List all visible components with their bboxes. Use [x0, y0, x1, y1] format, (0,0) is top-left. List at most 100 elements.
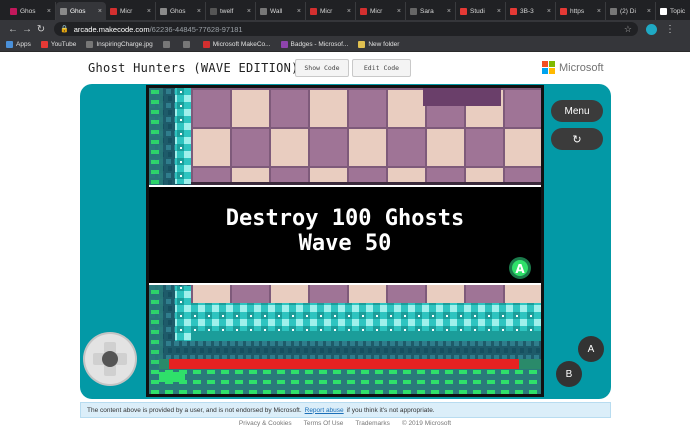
browser-tab[interactable]: https × — [556, 2, 606, 20]
browser-tab[interactable]: Sara × — [406, 2, 456, 20]
footer-link[interactable]: Privacy & Cookies — [239, 420, 292, 427]
tab-favicon-icon — [560, 7, 567, 15]
tab-title: 3B-3 — [520, 7, 534, 15]
browser-tab[interactable]: Wall × — [256, 2, 306, 20]
browser-tab[interactable]: Ghos × — [56, 2, 106, 20]
tab-close-icon[interactable]: × — [597, 8, 601, 15]
bookmark-label: YouTube — [50, 41, 77, 48]
browser-tab[interactable]: twelf × — [206, 2, 256, 20]
browser-toolbar: ← → ↻ 🔒 arcade.makecode.com /62236-44845… — [0, 20, 690, 38]
tab-favicon-icon — [260, 7, 267, 15]
microsoft-square-red — [542, 61, 548, 67]
tab-favicon-icon — [610, 7, 617, 15]
microsoft-grid-icon — [542, 61, 555, 74]
browser-tab[interactable]: Micr × — [306, 2, 356, 20]
tab-title: https — [570, 7, 585, 15]
tab-title: Ghos — [20, 7, 36, 15]
tab-close-icon[interactable]: × — [197, 8, 201, 15]
browser-tab[interactable]: 3B-3 × — [506, 2, 556, 20]
browser-tab[interactable]: Studi × — [456, 2, 506, 20]
browser-tab[interactable]: Ghos × — [6, 2, 56, 20]
tab-close-icon[interactable]: × — [147, 8, 151, 15]
page-footer: Privacy & Cookies Terms Of Use Trademarks ©… — [0, 420, 690, 427]
lock-icon: 🔒 — [60, 26, 69, 33]
browser-tab[interactable]: Topic× — [656, 2, 690, 20]
reload-icon[interactable]: ↻ — [34, 24, 48, 35]
dpad[interactable] — [85, 334, 135, 384]
bookmark-favicon-icon — [182, 41, 190, 48]
forward-icon[interactable]: → — [20, 24, 34, 35]
bookmark-favicon-icon — [40, 41, 48, 48]
game-screen[interactable]: Destroy 100 Ghosts Wave 50 A — [146, 85, 544, 397]
tab-close-icon[interactable]: × — [647, 8, 651, 15]
bookmark-favicon-icon — [86, 41, 94, 48]
game-canvas: Destroy 100 Ghosts Wave 50 A — [149, 88, 541, 394]
disclaimer-notice: The content above is provided by a user,… — [80, 402, 611, 418]
browser-tab[interactable]: Ghos × — [156, 2, 206, 20]
b-button[interactable]: B — [556, 361, 582, 387]
footer-link[interactable]: Trademarks — [355, 420, 389, 427]
bookmark-item[interactable] — [162, 41, 173, 48]
dpad-center — [102, 351, 118, 367]
tab-close-icon[interactable]: × — [47, 8, 51, 15]
browser-menu-icon[interactable]: ⋮ — [665, 24, 675, 35]
tab-favicon-icon — [510, 7, 517, 15]
extension-icon[interactable] — [646, 23, 657, 35]
tab-favicon-icon — [410, 7, 417, 15]
notice-text: The content above is provided by a user,… — [87, 406, 302, 414]
microsoft-square-blue — [542, 68, 548, 74]
browser-tab[interactable]: Micr × — [106, 2, 156, 20]
footer-link: © 2019 Microsoft — [401, 420, 452, 427]
tab-favicon-icon — [60, 7, 67, 15]
bookmarks-bar: Apps YouTube InspiringCharge.jpg Microsoft … — [0, 38, 690, 52]
bookmark-favicon-icon — [162, 41, 170, 48]
bookmark-favicon-icon — [6, 41, 13, 48]
restart-button[interactable]: ↻ — [551, 128, 603, 150]
show-code-button[interactable]: Show Code — [295, 59, 349, 77]
tab-close-icon[interactable]: × — [497, 8, 501, 15]
edit-code-button[interactable]: Edit Code — [352, 59, 411, 77]
tab-close-icon[interactable]: × — [447, 8, 451, 15]
bookmark-item[interactable]: Apps — [6, 41, 31, 48]
a-badge-label: A — [515, 262, 525, 276]
bookmark-label: InspiringCharge.jpg — [96, 41, 153, 48]
tab-favicon-icon — [360, 7, 367, 15]
game-message-line1: Destroy 100 Ghosts — [226, 206, 464, 231]
tab-favicon-icon — [160, 7, 167, 15]
notice-text-after: if you think it's not appropriate. — [346, 406, 435, 414]
bookmark-item[interactable]: New folder — [358, 41, 399, 48]
bookmark-item[interactable] — [182, 41, 193, 48]
a-button[interactable]: A — [578, 336, 604, 362]
bookmark-label: New folder — [368, 41, 400, 48]
bookmark-item[interactable]: InspiringCharge.jpg — [86, 41, 153, 48]
report-abuse-link[interactable]: Report abuse — [305, 407, 344, 414]
tab-close-icon[interactable]: × — [247, 8, 251, 15]
browser-tab-bar: Ghos × Ghos × Micr × Ghos × twelf × Wall × Micr × Micr… — [0, 0, 690, 20]
bookmark-label: Badges - Microsof... — [290, 41, 349, 48]
address-bar[interactable]: 🔒 arcade.makecode.com /62236-44845-77628… — [54, 22, 638, 36]
tab-close-icon[interactable]: × — [397, 8, 401, 15]
tab-title: Micr — [320, 7, 333, 15]
browser-tab[interactable]: Micr × — [356, 2, 406, 20]
tab-favicon-icon — [10, 7, 17, 15]
microsoft-logo[interactable]: Microsoft — [542, 61, 604, 74]
bookmark-star-icon[interactable]: ☆ — [624, 24, 632, 35]
back-icon[interactable]: ← — [6, 24, 20, 35]
page-content: Ghost Hunters (WAVE EDITION) Show Code E… — [0, 52, 690, 431]
tab-title: Sara — [420, 7, 434, 15]
bookmark-item[interactable]: YouTube — [40, 41, 77, 48]
browser-tab[interactable]: (2) Di × — [606, 2, 656, 20]
menu-button[interactable]: Menu — [551, 100, 603, 122]
tab-close-icon[interactable]: × — [98, 8, 102, 15]
bookmark-item[interactable]: Microsoft MakeCo... — [202, 41, 271, 48]
tab-title: Studi — [470, 7, 485, 15]
bookmark-label: Apps — [16, 41, 31, 48]
tab-title: (2) Di — [620, 7, 636, 15]
bookmark-item[interactable]: Badges - Microsof... — [280, 41, 349, 48]
tab-favicon-icon — [110, 7, 117, 15]
tab-close-icon[interactable]: × — [547, 8, 551, 15]
tab-close-icon[interactable]: × — [297, 8, 301, 15]
tab-close-icon[interactable]: × — [347, 8, 351, 15]
page-title: Ghost Hunters (WAVE EDITION) — [88, 61, 299, 75]
footer-link[interactable]: Terms Of Use — [304, 420, 344, 427]
